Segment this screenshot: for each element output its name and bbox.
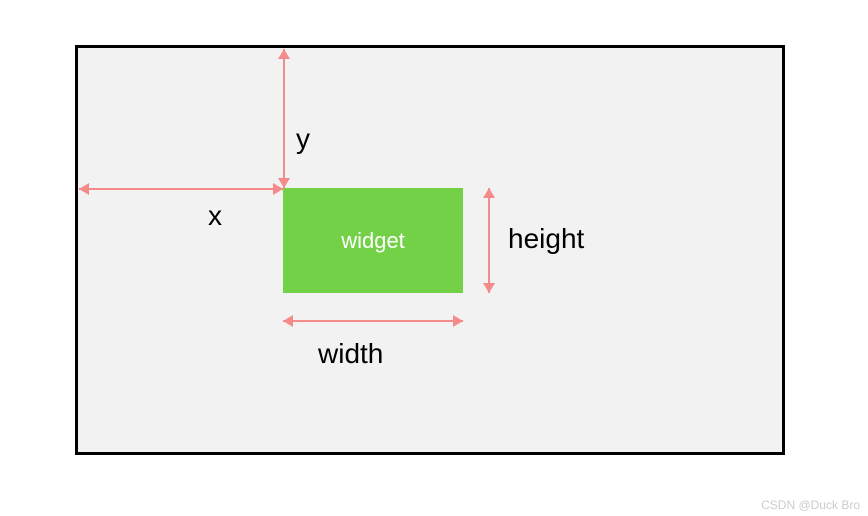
width-dimension-arrow <box>283 320 463 322</box>
watermark-text: CSDN @Duck Bro <box>761 498 860 512</box>
x-arrowhead-left <box>79 183 89 195</box>
height-arrowhead-top <box>483 188 495 198</box>
x-arrowhead-right <box>273 183 283 195</box>
height-dimension-arrow <box>488 188 490 293</box>
widget-box: widget <box>283 188 463 293</box>
x-label: x <box>208 200 222 232</box>
parent-container: widget y x width height <box>75 45 785 455</box>
width-label: width <box>318 338 383 370</box>
y-label: y <box>296 123 310 155</box>
height-arrowhead-bottom <box>483 283 495 293</box>
width-arrowhead-left <box>283 315 293 327</box>
y-arrowhead-top <box>278 49 290 59</box>
y-dimension-arrow <box>283 49 285 188</box>
height-label: height <box>508 223 584 255</box>
widget-label: widget <box>341 228 405 254</box>
width-arrowhead-right <box>453 315 463 327</box>
x-dimension-arrow <box>79 188 283 190</box>
